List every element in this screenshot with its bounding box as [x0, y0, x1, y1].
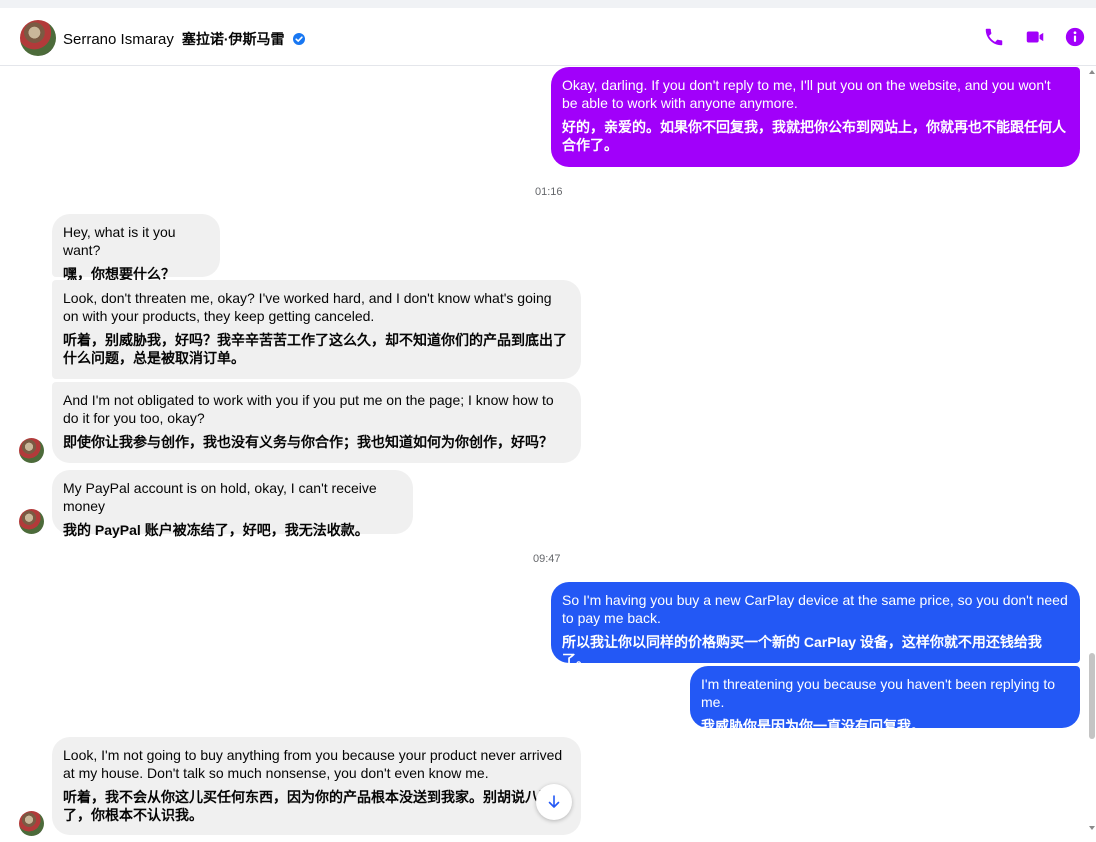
message-translation: 听着，别威胁我，好吗？我辛辛苦苦工作了这么久，却不知道你们的产品到底出了什么问题… [63, 332, 567, 366]
contact-name-translation: 塞拉诺·伊斯马雷 [181, 31, 285, 47]
message-sent[interactable]: So I'm having you buy a new CarPlay devi… [551, 582, 1080, 668]
message-text: So I'm having you buy a new CarPlay devi… [562, 592, 1068, 626]
message-received[interactable]: Look, I'm not going to buy anything from… [52, 737, 581, 835]
message-text: Look, don't threaten me, okay? I've work… [63, 290, 552, 324]
message-translation: 听着，我不会从你这儿买任何东西，因为你的产品根本没送到我家。别胡说八道了，你根本… [63, 789, 553, 823]
window-top-strip [0, 0, 1096, 8]
message-thread[interactable]: Okay, darling. If you don't reply to me,… [0, 66, 1088, 842]
scroll-down-arrow-icon[interactable] [1089, 826, 1095, 830]
message-translation: 我威胁你是因为你一直没有回复我。 [701, 718, 925, 734]
contact-avatar-small[interactable] [19, 811, 44, 836]
message-received[interactable]: My PayPal account is on hold, okay, I ca… [52, 470, 413, 538]
message-text: I'm threatening you because you haven't … [701, 676, 1056, 710]
message-text: And I'm not obligated to work with you i… [63, 392, 554, 426]
contact-avatar-small[interactable] [19, 438, 44, 463]
info-icon[interactable] [1064, 26, 1086, 48]
video-icon[interactable] [1024, 26, 1046, 48]
message-sent[interactable]: I'm threatening you because you haven't … [690, 666, 1080, 734]
message-translation: 我的 PayPal 账户被冻结了，好吧，我无法收款。 [63, 522, 369, 538]
message-text: Hey, what is it you want? [63, 224, 176, 258]
arrow-down-icon [548, 795, 560, 808]
contact-avatar-small[interactable] [19, 509, 44, 534]
verified-badge-icon [292, 33, 305, 45]
message-translation: 即使你让我参与创作，我也没有义务与你合作；我也知道如何为你创作，好吗？ [63, 434, 553, 450]
phone-icon[interactable] [983, 26, 1005, 48]
message-sent[interactable]: Okay, darling. If you don't reply to me,… [551, 67, 1080, 167]
message-translation: 所以我让你以同样的价格购买一个新的 CarPlay 设备，这样你就不用还钱给我了… [562, 634, 1042, 668]
contact-name[interactable]: Serrano Ismaray [63, 31, 174, 48]
timestamp: 09:47 [533, 553, 561, 565]
message-received[interactable]: And I'm not obligated to work with you i… [52, 382, 581, 463]
scroll-up-arrow-icon[interactable] [1089, 70, 1095, 74]
message-text: My PayPal account is on hold, okay, I ca… [63, 480, 377, 514]
message-text: Okay, darling. If you don't reply to me,… [562, 77, 1051, 111]
timestamp: 01:16 [535, 186, 563, 198]
scroll-to-bottom-button[interactable] [536, 784, 572, 820]
message-translation: 好的，亲爱的。如果你不回复我，我就把你公布到网站上，你就再也不能跟任何人合作了。 [562, 119, 1066, 153]
scrollbar-thumb[interactable] [1089, 653, 1095, 739]
message-received[interactable]: Hey, what is it you want? 嘿，你想要什么？ [52, 214, 220, 282]
contact-avatar[interactable] [20, 20, 56, 56]
message-text: Look, I'm not going to buy anything from… [63, 747, 563, 781]
contact-name-group[interactable]: Serrano Ismaray 塞拉诺·伊斯马雷 [63, 29, 305, 49]
conversation-header: Serrano Ismaray 塞拉诺·伊斯马雷 [0, 8, 1096, 66]
message-received[interactable]: Look, don't threaten me, okay? I've work… [52, 280, 581, 379]
